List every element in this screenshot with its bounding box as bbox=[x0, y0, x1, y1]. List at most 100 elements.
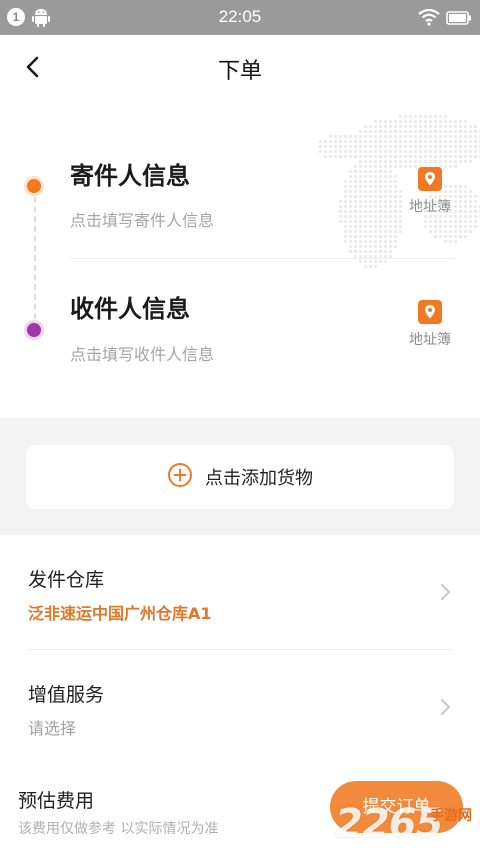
map-dot bbox=[464, 190, 467, 193]
map-dot bbox=[359, 260, 362, 263]
map-dot bbox=[369, 185, 372, 188]
map-dot bbox=[384, 230, 387, 233]
map-dot bbox=[404, 150, 407, 153]
map-dot bbox=[369, 165, 372, 168]
watermark-logo-subtext: 手游网 bbox=[430, 808, 472, 824]
add-goods-label: 点击添加货物 bbox=[205, 468, 313, 489]
map-dot bbox=[394, 180, 397, 183]
map-dot bbox=[464, 235, 467, 238]
map-dot bbox=[374, 160, 377, 163]
map-dot bbox=[349, 195, 352, 198]
map-dot bbox=[374, 170, 377, 173]
map-dot bbox=[464, 120, 467, 123]
map-dot bbox=[444, 235, 447, 238]
map-dot bbox=[394, 240, 397, 243]
map-dot bbox=[369, 230, 372, 233]
map-dot bbox=[374, 230, 377, 233]
map-dot bbox=[339, 220, 342, 223]
map-dot bbox=[384, 120, 387, 123]
map-dot bbox=[379, 160, 382, 163]
map-dot bbox=[374, 210, 377, 213]
map-dot bbox=[364, 215, 367, 218]
map-dot bbox=[464, 215, 467, 218]
map-dot bbox=[374, 190, 377, 193]
map-dot bbox=[439, 115, 442, 118]
map-dot bbox=[399, 145, 402, 148]
map-dot bbox=[329, 140, 332, 143]
map-dot bbox=[344, 195, 347, 198]
map-dot bbox=[394, 120, 397, 123]
map-dot bbox=[474, 135, 477, 138]
map-dot bbox=[444, 160, 447, 163]
map-dot bbox=[354, 155, 357, 158]
map-dot bbox=[359, 190, 362, 193]
map-dot bbox=[469, 210, 472, 213]
map-dot bbox=[374, 215, 377, 218]
map-dot bbox=[369, 145, 372, 148]
map-dot bbox=[459, 125, 462, 128]
map-dot bbox=[374, 185, 377, 188]
map-dot bbox=[454, 155, 457, 158]
map-dot bbox=[374, 235, 377, 238]
estimated-fee-label: 预估费用 bbox=[18, 790, 95, 812]
map-dot bbox=[444, 120, 447, 123]
receiver-address-book-button[interactable]: 地址簿 bbox=[400, 300, 460, 349]
map-dot bbox=[349, 145, 352, 148]
map-dot bbox=[379, 165, 382, 168]
map-dot bbox=[364, 245, 367, 248]
map-dot bbox=[374, 145, 377, 148]
map-dot bbox=[379, 210, 382, 213]
map-dot bbox=[389, 230, 392, 233]
map-dot bbox=[399, 150, 402, 153]
map-dot bbox=[374, 220, 377, 223]
map-dot bbox=[419, 115, 422, 118]
map-dot bbox=[464, 145, 467, 148]
map-dot bbox=[394, 210, 397, 213]
map-dot bbox=[354, 135, 357, 138]
map-dot bbox=[469, 125, 472, 128]
sender-address-book-button[interactable]: 地址簿 bbox=[400, 167, 460, 216]
map-dot bbox=[374, 130, 377, 133]
map-dot bbox=[414, 135, 417, 138]
map-dot bbox=[439, 160, 442, 163]
map-dot bbox=[454, 220, 457, 223]
map-dot bbox=[469, 160, 472, 163]
map-dot bbox=[404, 135, 407, 138]
map-dot bbox=[399, 115, 402, 118]
location-pin-icon bbox=[418, 300, 442, 324]
map-dot bbox=[449, 160, 452, 163]
battery-icon bbox=[446, 10, 472, 29]
map-dot bbox=[384, 135, 387, 138]
map-dot bbox=[349, 245, 352, 248]
map-dot bbox=[459, 235, 462, 238]
map-dot bbox=[379, 195, 382, 198]
map-dot bbox=[409, 140, 412, 143]
map-dot bbox=[364, 160, 367, 163]
map-dot bbox=[384, 210, 387, 213]
watermark-logo-text: 2265 bbox=[335, 801, 443, 847]
map-dot bbox=[444, 115, 447, 118]
map-dot bbox=[389, 205, 392, 208]
map-dot bbox=[369, 200, 372, 203]
map-dot bbox=[369, 195, 372, 198]
map-dot bbox=[414, 125, 417, 128]
map-dot bbox=[424, 120, 427, 123]
map-dot bbox=[384, 155, 387, 158]
map-dot bbox=[409, 115, 412, 118]
map-dot bbox=[409, 130, 412, 133]
map-dot bbox=[374, 180, 377, 183]
map-dot bbox=[429, 160, 432, 163]
map-dot bbox=[374, 135, 377, 138]
map-dot bbox=[354, 225, 357, 228]
map-dot bbox=[409, 160, 412, 163]
map-dot bbox=[424, 150, 427, 153]
map-dot bbox=[434, 225, 437, 228]
map-dot bbox=[349, 175, 352, 178]
map-dot bbox=[444, 145, 447, 148]
map-dot bbox=[469, 155, 472, 158]
map-dot bbox=[369, 250, 372, 253]
map-dot bbox=[394, 130, 397, 133]
map-dot bbox=[329, 145, 332, 148]
map-dot bbox=[444, 220, 447, 223]
add-goods-button[interactable]: 点击添加货物 bbox=[26, 445, 454, 509]
